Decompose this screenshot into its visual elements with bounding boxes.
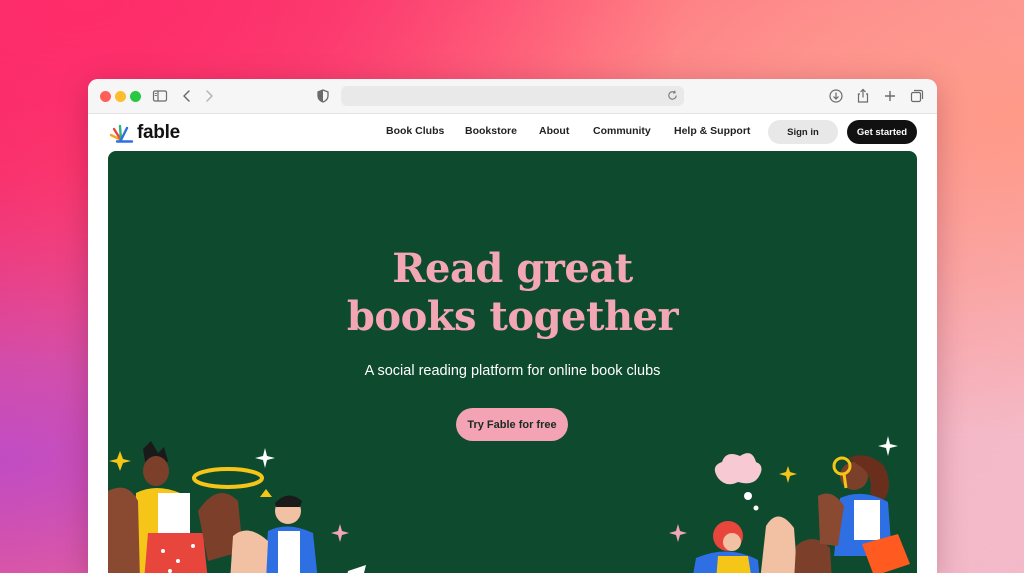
try-fable-button[interactable]: Try Fable for free — [456, 408, 568, 441]
tab-overview-icon[interactable] — [908, 87, 926, 105]
sparkle-icon — [669, 524, 687, 542]
browser-window: fable Book Clubs Bookstore About Communi… — [88, 79, 937, 573]
sparkle-icon — [878, 436, 898, 456]
forward-icon[interactable] — [200, 87, 218, 105]
sidebar-icon[interactable] — [151, 87, 169, 105]
sparkle-icon — [109, 451, 131, 471]
back-icon[interactable] — [178, 87, 196, 105]
site-header: fable Book Clubs Bookstore About Communi… — [88, 114, 937, 150]
nav-book-clubs[interactable]: Book Clubs — [386, 125, 444, 137]
nav-help-support[interactable]: Help & Support — [674, 125, 750, 137]
hero-title-line-2: books together — [346, 293, 679, 340]
sparkle-icon — [331, 524, 349, 542]
right-readers-illustration — [669, 436, 910, 573]
left-readers-illustration — [108, 441, 366, 573]
fable-logo-icon — [109, 124, 134, 143]
minimize-window-button[interactable] — [115, 91, 126, 102]
fable-logo[interactable]: fable — [108, 120, 180, 146]
nav-bookstore[interactable]: Bookstore — [465, 125, 517, 137]
download-icon[interactable] — [827, 87, 845, 105]
reload-icon[interactable] — [666, 89, 679, 102]
sign-in-button[interactable]: Sign in — [768, 120, 838, 144]
browser-titlebar — [88, 79, 937, 114]
hero-section: Read great books together A social readi… — [108, 151, 917, 573]
hero-subtitle: A social reading platform for online boo… — [364, 363, 661, 379]
nav-community[interactable]: Community — [593, 125, 651, 137]
address-bar[interactable] — [341, 86, 684, 106]
privacy-shield-icon[interactable] — [314, 87, 332, 105]
nav-about[interactable]: About — [539, 125, 569, 137]
zoom-window-button[interactable] — [130, 91, 141, 102]
hero-title: Read great books together — [108, 245, 917, 341]
new-tab-icon[interactable] — [881, 87, 899, 105]
share-icon[interactable] — [854, 87, 872, 105]
sparkle-icon — [255, 448, 275, 468]
close-window-button[interactable] — [100, 91, 111, 102]
thought-bubble-icon — [714, 453, 762, 511]
logo-wordmark: fable — [137, 122, 180, 143]
hero-title-line-1: Read great — [392, 245, 633, 292]
sparkle-icon — [779, 466, 797, 483]
get-started-button[interactable]: Get started — [847, 120, 917, 144]
